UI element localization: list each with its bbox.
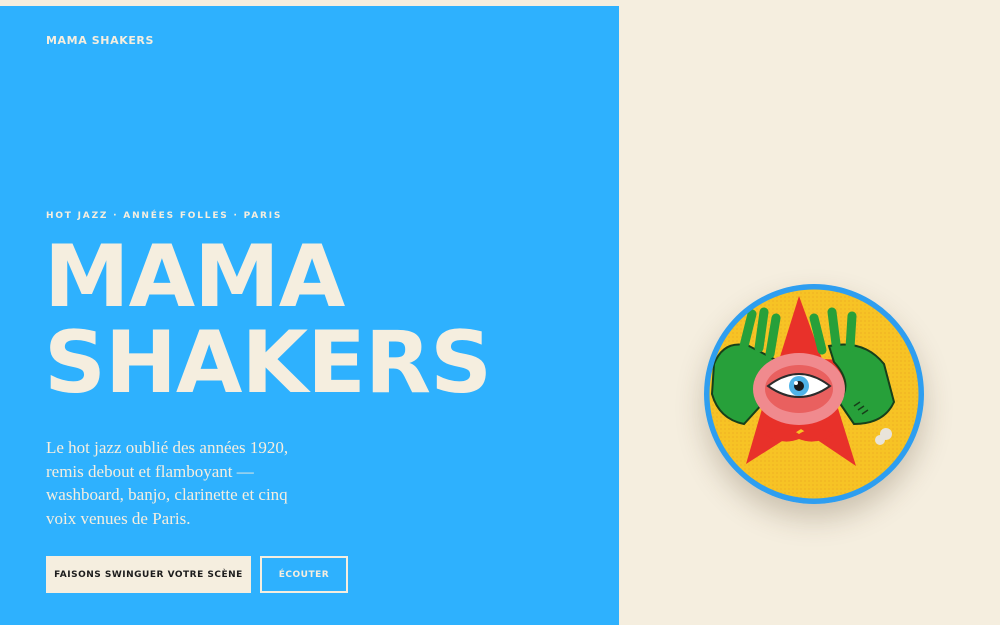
hero-tagline: HOT JAZZ · ANNÉES FOLLES · PARIS [46, 211, 283, 221]
headline-line-1: MAMA [44, 227, 345, 327]
album-artwork [704, 284, 924, 504]
hero-description: Le hot jazz oublié des années 1920, remi… [46, 438, 289, 528]
eye-in-hands-star-illustration [704, 284, 924, 504]
listen-button[interactable]: ÉCOUTER [260, 556, 348, 593]
hero-headline: MAMA SHAKERS [44, 227, 492, 413]
headline-line-2: SHAKERS [44, 313, 492, 413]
site-logo[interactable]: MAMA SHAKERS [46, 34, 154, 47]
book-show-button[interactable]: FAISONS SWINGUER VOTRE SCÈNE [46, 556, 251, 593]
hero-panel: MAMA SHAKERS HOT JAZZ · ANNÉES FOLLES · … [0, 6, 619, 625]
